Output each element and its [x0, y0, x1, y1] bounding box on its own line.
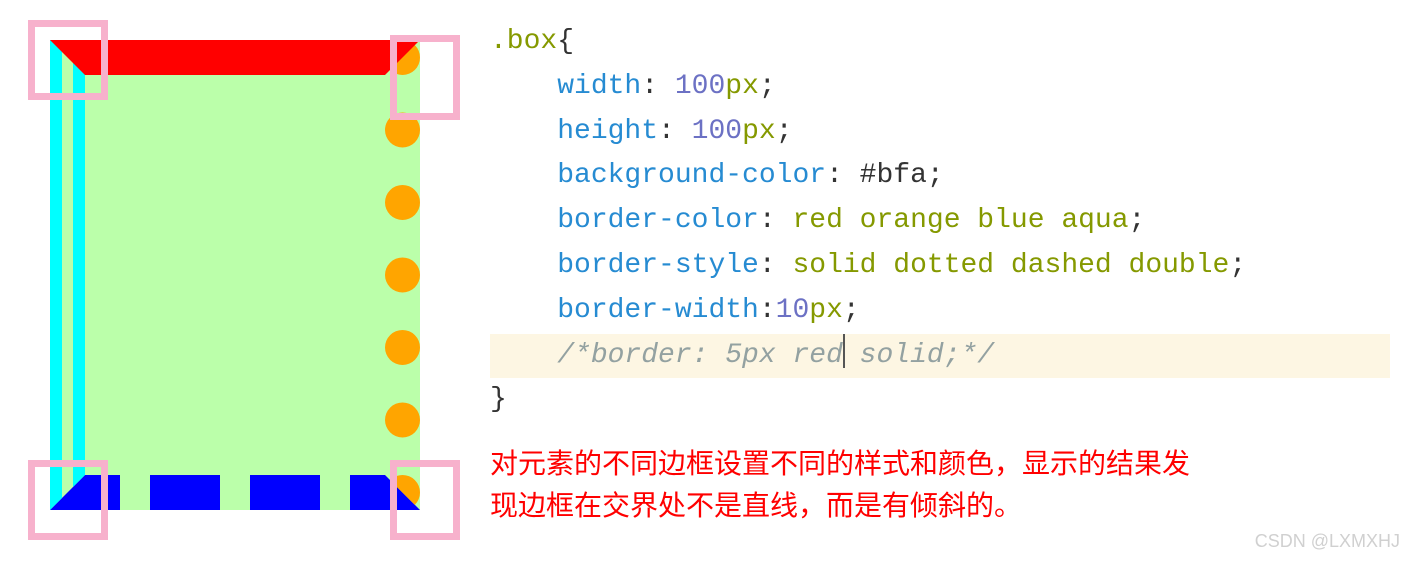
code-panel: .box{ width: 100px; height: 100px; backg…	[490, 20, 1390, 550]
note-line-1: 对元素的不同边框设置不同的样式和颜色，显示的结果发	[490, 443, 1390, 485]
prop-border-width: border-width	[557, 295, 759, 326]
text-cursor	[843, 334, 845, 368]
watermark: CSDN @LXMXHJ	[1255, 531, 1400, 552]
val-bg: #bfa	[860, 160, 927, 191]
corner-highlight-bottom-left	[28, 460, 108, 540]
brace-open: {	[557, 26, 574, 57]
css-selector: .box	[490, 26, 557, 57]
prop-width: width	[557, 71, 641, 102]
explanation-note: 对元素的不同边框设置不同的样式和颜色，显示的结果发 现边框在交界处不是直线，而是…	[490, 443, 1390, 527]
corner-highlight-top-left	[28, 20, 108, 100]
brace-close: }	[490, 384, 507, 415]
comment-post: solid;*/	[843, 340, 994, 371]
prop-border-color: border-color	[557, 205, 759, 236]
css-code-block: .box{ width: 100px; height: 100px; backg…	[490, 20, 1390, 423]
prop-height: height	[557, 116, 658, 147]
corner-highlight-top-right	[390, 35, 460, 120]
note-line-2: 现边框在交界处不是直线，而是有倾斜的。	[490, 485, 1390, 527]
val-border-color: red orange blue aqua	[792, 205, 1128, 236]
prop-border-style: border-style	[557, 250, 759, 281]
box-demo-panel	[20, 20, 450, 550]
val-border-style: solid dotted dashed double	[792, 250, 1229, 281]
comment-pre: /*border: 5px red	[557, 340, 843, 371]
corner-highlight-bottom-right	[390, 460, 460, 540]
prop-bg: background-color	[557, 160, 826, 191]
css-box-demo	[50, 40, 420, 510]
